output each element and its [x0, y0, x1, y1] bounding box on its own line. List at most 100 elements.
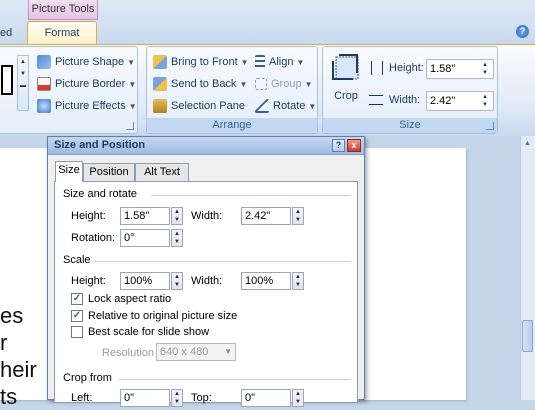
width-icon: [369, 95, 383, 105]
size-group-label: Size: [323, 118, 497, 133]
crop-top-input[interactable]: 0": [241, 389, 291, 407]
chevron-down-icon: ▼: [239, 80, 248, 89]
help-button[interactable]: ?: [332, 139, 345, 152]
crop-left-input[interactable]: 0": [120, 389, 170, 407]
scale-width-input[interactable]: 100%: [241, 272, 291, 290]
size-and-position-dialog: Size and Position ? x Size Position Alt …: [47, 136, 365, 407]
relative-size-checkbox[interactable]: ✓: [71, 310, 83, 322]
tab-size[interactable]: Size: [55, 161, 83, 182]
bring-to-front-label: Bring to Front: [171, 56, 238, 68]
selection-pane-button[interactable]: Selection Pane: [153, 97, 245, 115]
picture-border-icon: [37, 77, 51, 92]
group-icon: [255, 78, 267, 91]
size-tab-panel: Size and rotate Height: 1.58" ▲ ▼ Width: …: [54, 181, 358, 407]
selection-pane-label: Selection Pane: [171, 100, 245, 112]
ribbon-height-value: 1.58": [430, 63, 456, 75]
tab-position[interactable]: Position: [83, 163, 135, 181]
width-input[interactable]: 2.42": [241, 207, 291, 225]
crop-from-heading: Crop from: [63, 372, 112, 384]
chevron-down-icon: ▼: [128, 80, 137, 89]
dialog-launcher-icon[interactable]: [126, 122, 134, 130]
best-scale-label: Best scale for slide show: [88, 326, 210, 338]
height-icon: [371, 61, 383, 75]
crop-icon: [332, 54, 359, 80]
resolution-value: 640 x 480: [160, 346, 209, 358]
width-spinner-icon[interactable]: ▲ ▼: [479, 93, 491, 109]
rotate-icon: [255, 99, 269, 114]
crop-button[interactable]: Crop: [329, 51, 363, 109]
relative-size-label: Relative to original picture size: [88, 310, 238, 322]
rotation-input[interactable]: 0°: [120, 229, 170, 247]
arrange-group-label: Arrange: [147, 118, 317, 133]
scale-height-input[interactable]: 100%: [120, 272, 170, 290]
chevron-down-icon: ▼: [296, 58, 305, 67]
picture-shape-label: Picture Shape: [55, 56, 125, 68]
rotation-stepper-icon[interactable]: ▲ ▼: [171, 229, 183, 247]
tab-format[interactable]: Format: [27, 21, 97, 44]
picture-tools-label: Picture Tools: [31, 3, 95, 15]
dialog-title: Size and Position: [54, 139, 146, 151]
picture-effects-icon: [37, 99, 51, 114]
rotate-label: Rotate: [273, 100, 306, 112]
bring-to-front-icon: [153, 55, 167, 70]
doc-text-line: r: [0, 330, 8, 355]
doc-text-line: es: [0, 303, 24, 328]
picture-shape-button[interactable]: Picture Shape ▼: [37, 53, 135, 71]
close-button[interactable]: x: [347, 139, 361, 152]
tab-previous[interactable]: ed: [0, 27, 12, 39]
height-spinner-icon[interactable]: ▲ ▼: [479, 61, 491, 77]
picture-effects-button[interactable]: Picture Effects ▼: [37, 97, 137, 115]
rotate-button[interactable]: Rotate ▼: [255, 97, 316, 115]
scale-width-stepper-icon[interactable]: ▲ ▼: [292, 272, 304, 290]
picture-styles-group: ▲ ▼ ▬ Picture Shape ▼ Picture Border ▼ Pictu…: [0, 46, 138, 134]
height-stepper-icon[interactable]: ▲ ▼: [171, 207, 183, 225]
chevron-down-icon: ▼: [128, 102, 137, 111]
ribbon-width-label: Width:: [389, 94, 421, 106]
chevron-down-icon: ▼: [127, 58, 136, 67]
send-to-back-button[interactable]: Send to Back ▼: [153, 75, 247, 93]
arrange-group: Bring to Front ▼ Send to Back ▼ Selection …: [146, 46, 318, 134]
ribbon-height-label: Height:: [389, 62, 424, 74]
vertical-scrollbar[interactable]: [520, 136, 535, 400]
crop-top-label: Top:: [191, 392, 212, 404]
width-stepper-icon[interactable]: ▲ ▼: [292, 207, 304, 225]
scroll-up-icon[interactable]: ▲: [522, 140, 533, 150]
width-label: Width:: [191, 210, 223, 222]
dialog-titlebar[interactable]: Size and Position ? x: [48, 137, 364, 155]
picture-shape-icon: [37, 55, 51, 70]
height-input[interactable]: 1.58": [120, 207, 170, 225]
ribbon-height-input[interactable]: 1.58" ▲ ▼: [426, 59, 494, 79]
size-group: Crop Height: 1.58" ▲ ▼ Width: 2.42" ▲ ▼ Si…: [322, 46, 498, 134]
crop-left-stepper-icon[interactable]: ▲ ▼: [171, 389, 183, 407]
scale-width-label: Width:: [191, 275, 223, 287]
group-button[interactable]: Group ▼: [255, 75, 313, 93]
selection-pane-icon: [153, 99, 167, 114]
tab-alt-text[interactable]: Alt Text: [135, 163, 189, 181]
style-thumbnail[interactable]: [1, 65, 13, 95]
help-icon[interactable]: ?: [516, 25, 529, 38]
best-scale-checkbox[interactable]: [71, 326, 83, 338]
rotation-label: Rotation:: [71, 232, 116, 244]
resolution-select[interactable]: 640 x 480 ▼: [156, 343, 236, 361]
picture-effects-label: Picture Effects: [55, 100, 126, 112]
lock-aspect-checkbox[interactable]: ✓: [71, 293, 83, 305]
crop-top-stepper-icon[interactable]: ▲ ▼: [292, 389, 304, 407]
size-rotate-heading: Size and rotate: [63, 188, 137, 200]
doc-text-line: heir: [0, 357, 37, 382]
scale-heading: Scale: [63, 254, 91, 266]
section-divider: [151, 195, 351, 196]
chevron-down-icon: ▼: [224, 347, 232, 356]
bring-to-front-button[interactable]: Bring to Front ▼: [153, 53, 249, 71]
styles-gallery-scroll[interactable]: ▲ ▼ ▬: [17, 55, 29, 111]
resolution-label: Resolution: [102, 347, 154, 359]
align-button[interactable]: Align ▼: [255, 53, 304, 71]
picture-border-button[interactable]: Picture Border ▼: [37, 75, 136, 93]
scale-height-label: Height:: [71, 275, 106, 287]
ribbon-width-input[interactable]: 2.42" ▲ ▼: [426, 91, 494, 111]
send-to-back-label: Send to Back: [171, 78, 237, 90]
send-to-back-icon: [153, 77, 167, 92]
scrollbar-thumb[interactable]: [522, 320, 533, 352]
dialog-launcher-icon[interactable]: [486, 122, 494, 130]
section-divider: [119, 379, 351, 380]
scale-height-stepper-icon[interactable]: ▲ ▼: [171, 272, 183, 290]
